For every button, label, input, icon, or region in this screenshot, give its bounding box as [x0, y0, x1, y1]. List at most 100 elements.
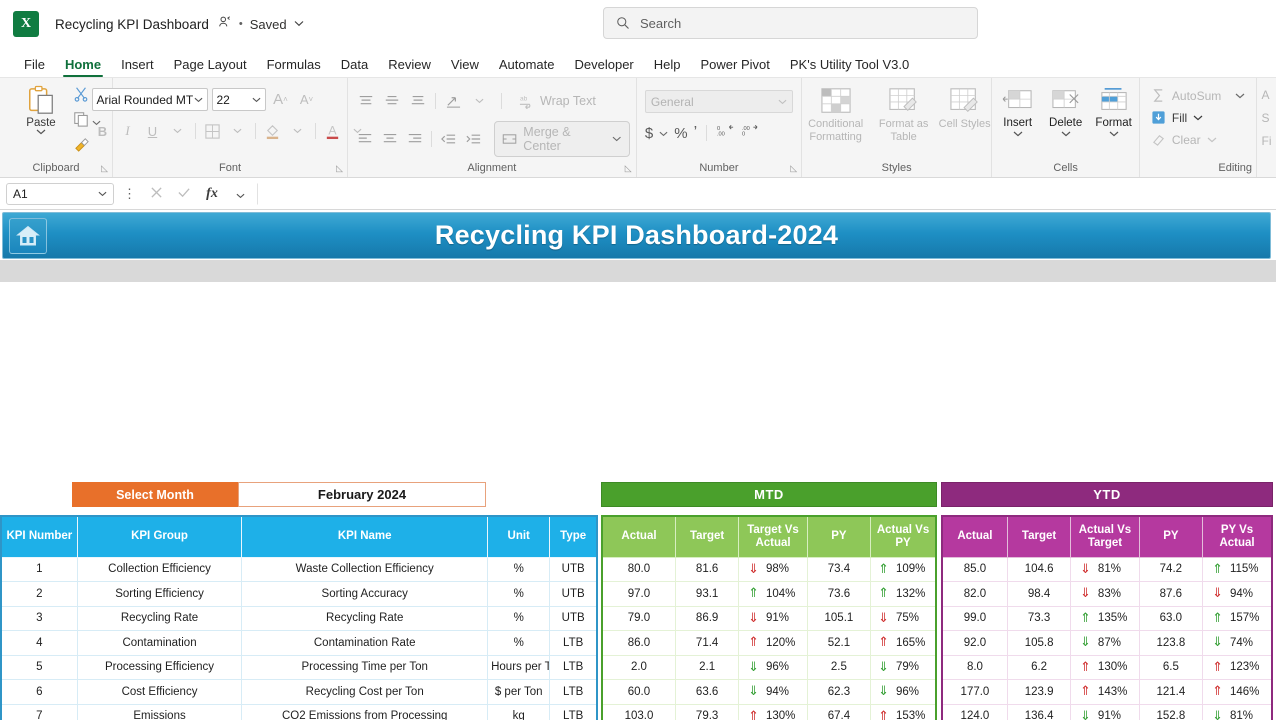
copy-icon[interactable] [73, 111, 89, 132]
shrink-font-icon[interactable]: A ˅ [296, 89, 318, 111]
tab-developer[interactable]: Developer [565, 57, 644, 77]
comma-format-button[interactable]: ’ [694, 124, 698, 142]
align-left-icon[interactable] [354, 128, 377, 150]
alignment-dialog-launcher-icon[interactable]: ◺ [625, 163, 632, 174]
header-mtd-actual[interactable]: Actual [601, 515, 676, 558]
decrease-indent-icon[interactable] [437, 128, 460, 150]
formula-input[interactable] [257, 182, 1270, 205]
number-format-select[interactable]: General [644, 90, 793, 113]
underline-dropdown-icon[interactable] [167, 120, 189, 142]
header-mtd-target-vs-actual[interactable]: Target Vs Actual [738, 515, 808, 558]
table-row[interactable]: 82.0 98.4 ⇓ 83% 87.6 ⇓ 94% [941, 581, 1273, 607]
font-name-select[interactable]: Arial Rounded MT [91, 88, 208, 111]
font-color-icon[interactable]: A [322, 120, 344, 142]
table-row[interactable]: 2 Sorting Efficiency Sorting Accuracy% UTB [0, 581, 598, 607]
decrease-decimal-icon[interactable]: .00 0 [741, 123, 760, 143]
currency-format-button[interactable]: $ [645, 125, 653, 142]
header-ytd-target[interactable]: Target [1006, 515, 1072, 558]
align-bottom-icon[interactable] [406, 90, 430, 112]
header-unit[interactable]: Unit [487, 515, 551, 558]
header-ytd-actual[interactable]: Actual [941, 515, 1008, 558]
table-row[interactable]: 79.0 86.9 ⇓ 91% 105.1 ⇓ 75% [601, 605, 937, 631]
underline-button[interactable]: U [142, 120, 164, 142]
header-type[interactable]: Type [549, 515, 598, 558]
header-kpi-name[interactable]: KPI Name [241, 515, 489, 558]
tab-formulas[interactable]: Formulas [257, 57, 331, 77]
align-center-icon[interactable] [379, 128, 402, 150]
format-cells-button[interactable]: Format [1090, 85, 1138, 137]
conditional-formatting-button[interactable]: Conditional Formatting [803, 84, 869, 143]
orientation-icon[interactable] [441, 90, 465, 112]
fill-button[interactable]: Fill [1151, 110, 1203, 125]
merge-center-button[interactable]: Merge & Center [494, 121, 630, 157]
document-title[interactable]: Recycling KPI Dashboard [55, 17, 209, 32]
paste-button[interactable]: Paste [15, 82, 67, 135]
wrap-text-button[interactable]: ab Wrap Text [512, 92, 602, 111]
header-ytd-py[interactable]: PY [1138, 515, 1204, 558]
font-dialog-launcher-icon[interactable]: ◺ [336, 163, 343, 174]
tab-automate[interactable]: Automate [489, 57, 565, 77]
header-kpi-number[interactable]: KPI Number [0, 515, 78, 558]
tab-data[interactable]: Data [331, 57, 378, 77]
tab-help[interactable]: Help [644, 57, 691, 77]
number-dialog-launcher-icon[interactable]: ◺ [790, 163, 797, 174]
tab-home[interactable]: Home [55, 57, 111, 77]
table-row[interactable]: 80.0 81.6 ⇓ 98% 73.4 ⇑ 109% [601, 556, 937, 582]
clear-button[interactable]: Clear [1151, 132, 1217, 147]
increase-decimal-icon[interactable]: 0.00 [716, 123, 735, 143]
cell-styles-button[interactable]: Cell Styles [939, 84, 991, 131]
cancel-icon[interactable] [145, 186, 167, 202]
table-row[interactable]: 1 Collection Efficiency Waste Collection E… [0, 556, 598, 582]
month-selector[interactable]: February 2024 [238, 482, 486, 507]
person-share-icon[interactable] [218, 15, 232, 32]
align-middle-icon[interactable] [380, 90, 404, 112]
italic-button[interactable]: I [117, 120, 139, 142]
table-row[interactable]: 92.0 105.8 ⇓ 87% 123.8 ⇓ 74% [941, 630, 1273, 656]
tab-page-layout[interactable]: Page Layout [164, 57, 257, 77]
header-mtd-target[interactable]: Target [674, 515, 740, 558]
header-kpi-group[interactable]: KPI Group [76, 515, 243, 558]
table-row[interactable]: 60.0 63.6 ⇓ 94% 62.3 ⇓ 96% [601, 679, 937, 705]
table-row[interactable]: 86.0 71.4 ⇑ 120% 52.1 ⇑ 165% [601, 630, 937, 656]
table-row[interactable]: 6 Cost Efficiency Recycling Cost per Ton $ … [0, 679, 598, 705]
table-row[interactable]: 177.0 123.9 ⇑ 143% 121.4 ⇑ 146% [941, 679, 1273, 705]
table-row[interactable]: 85.0 104.6 ⇓ 81% 74.2 ⇑ 115% [941, 556, 1273, 582]
increase-indent-icon[interactable] [462, 128, 485, 150]
fill-color-icon[interactable] [262, 120, 284, 142]
tab-file[interactable]: File [14, 57, 55, 77]
chevron-down-icon[interactable] [294, 19, 304, 30]
borders-dropdown-icon[interactable] [227, 120, 249, 142]
insert-function-icon[interactable]: fx [201, 186, 223, 202]
insert-cells-button[interactable]: Insert [994, 85, 1042, 137]
table-row[interactable]: 5 Processing Efficiency Processing Time pe… [0, 654, 598, 680]
table-row[interactable]: 103.0 79.3 ⇑ 130% 67.4 ⇑ 153% [601, 703, 937, 720]
table-row[interactable]: 4 Contamination Contamination Rate% LTB [0, 630, 598, 656]
header-ytd-py-vs-actual[interactable]: PY Vs Actual [1202, 515, 1273, 558]
tab-pk-utility[interactable]: PK's Utility Tool V3.0 [780, 57, 919, 77]
format-as-table-button[interactable]: Format as Table [871, 84, 937, 143]
table-row[interactable]: 124.0 136.4 ⇓ 91% 152.8 ⇓ 81% [941, 703, 1273, 720]
tab-review[interactable]: Review [378, 57, 441, 77]
tab-power-pivot[interactable]: Power Pivot [691, 57, 780, 77]
format-painter-icon[interactable] [73, 136, 90, 158]
orientation-dropdown-icon[interactable] [467, 90, 491, 112]
fill-color-dropdown-icon[interactable] [287, 120, 309, 142]
table-row[interactable]: 97.0 93.1 ⇑ 104% 73.6 ⇑ 132% [601, 581, 937, 607]
search-input[interactable]: Search [603, 7, 978, 39]
header-ytd-actual-vs-target[interactable]: Actual Vs Target [1070, 515, 1140, 558]
header-mtd-actual-vs-py[interactable]: Actual Vs PY [870, 515, 937, 558]
clipboard-dialog-launcher-icon[interactable]: ◺ [101, 163, 108, 174]
align-top-icon[interactable] [354, 90, 378, 112]
cut-icon[interactable] [73, 86, 89, 107]
table-row[interactable]: 8.0 6.2 ⇑ 130% 6.5 ⇑ 123% [941, 654, 1273, 680]
currency-dropdown-icon[interactable] [659, 124, 668, 142]
header-mtd-py[interactable]: PY [806, 515, 872, 558]
tab-insert[interactable]: Insert [111, 57, 164, 77]
table-row[interactable]: 3 Recycling Rate Recycling Rate% UTB [0, 605, 598, 631]
name-box[interactable]: A1 [6, 182, 114, 205]
delete-cells-button[interactable]: Delete [1042, 85, 1090, 137]
tab-view[interactable]: View [441, 57, 489, 77]
table-row[interactable]: 99.0 73.3 ⇑ 135% 63.0 ⇑ 157% [941, 605, 1273, 631]
autosum-button[interactable]: AutoSum [1151, 88, 1245, 103]
bold-button[interactable]: B [92, 120, 114, 142]
